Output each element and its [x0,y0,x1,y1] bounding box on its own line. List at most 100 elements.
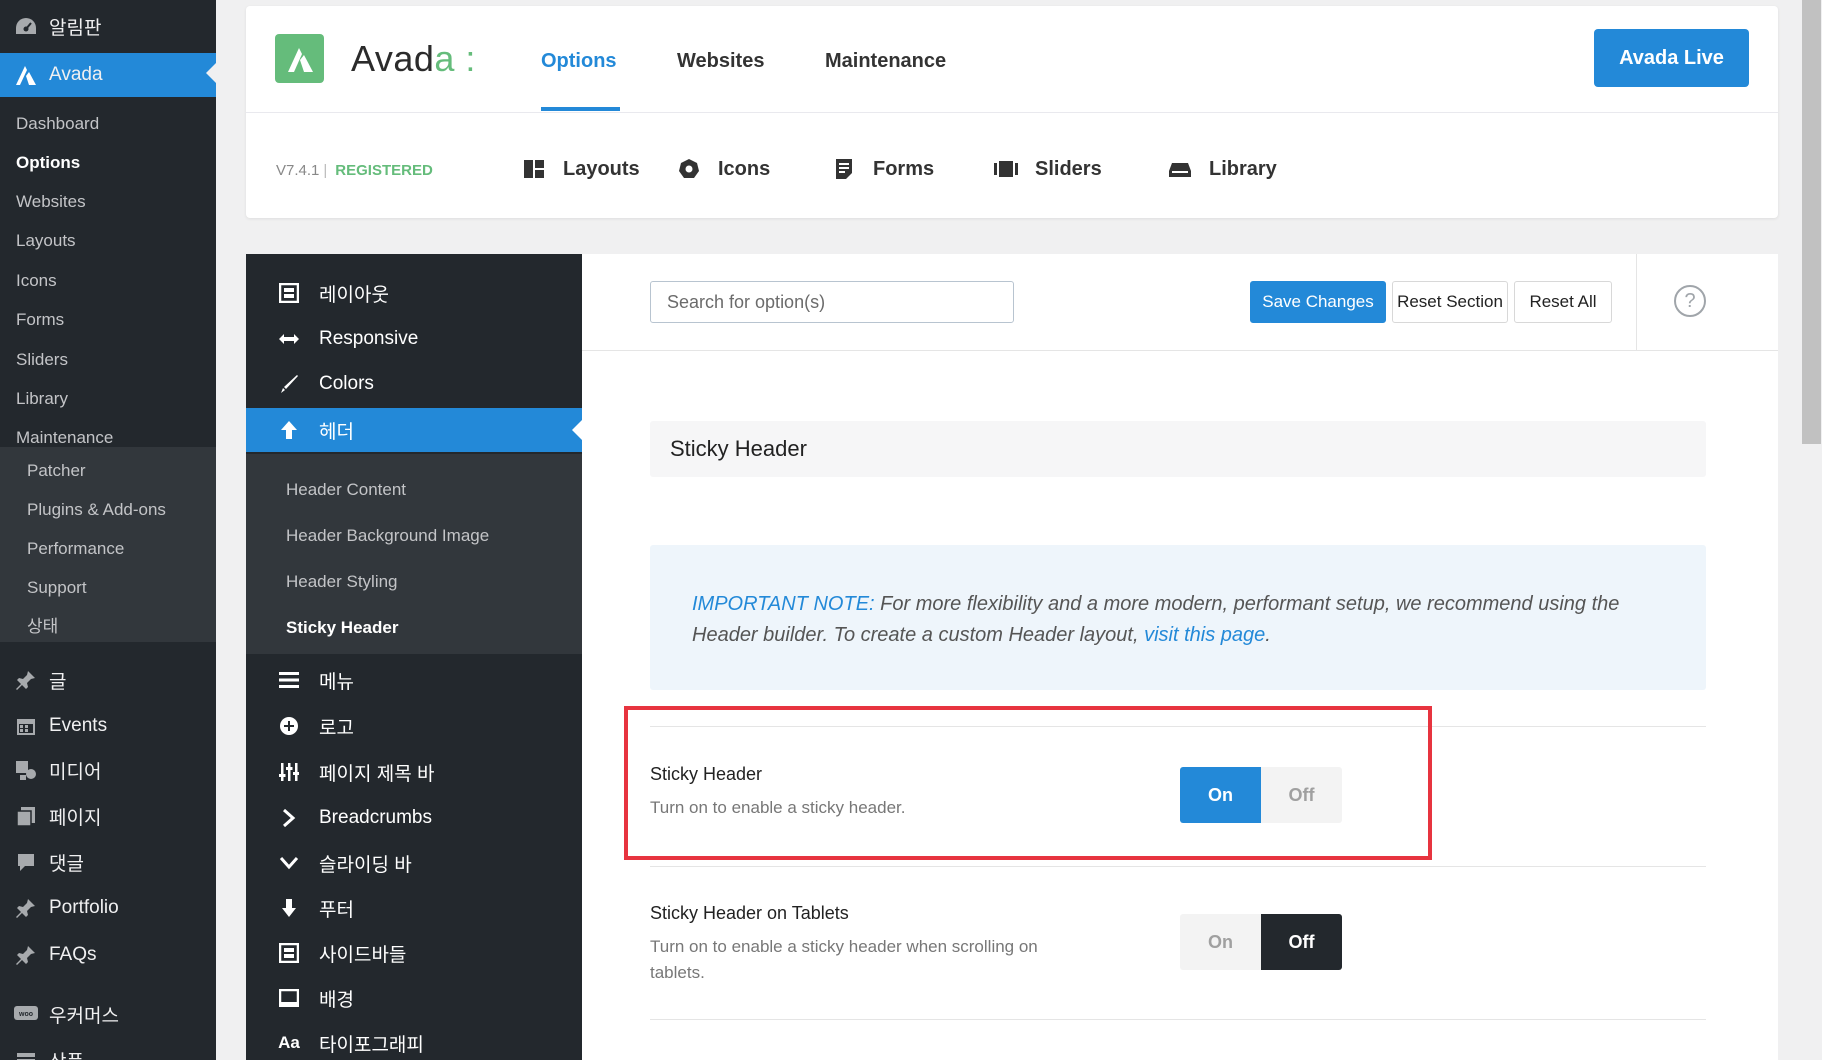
search-options-input[interactable] [650,281,1014,323]
wp-menu-dashboard[interactable]: 알림판 [0,6,216,46]
opt-nav-header[interactable]: 헤더 [246,408,582,452]
dashboard-gauge-icon [11,13,41,39]
avada-logo-icon[interactable] [275,34,324,83]
sub-nav-sliders[interactable]: Sliders [993,156,1102,182]
opt-sub-header-styling[interactable]: Header Styling [286,562,398,602]
wp-menu-label: Events [49,715,108,736]
wp-menu-portfolio[interactable]: Portfolio [0,888,216,928]
wp-menu-products[interactable]: 상품 [0,1040,216,1060]
wp-menu-media[interactable]: 미디어 [0,750,216,790]
opt-nav-typography[interactable]: Aa 타이포그래피 [246,1021,582,1060]
save-changes-button[interactable]: Save Changes [1250,281,1386,323]
wp-sub-plugins[interactable]: Plugins & Add-ons [0,493,216,527]
opt-nav-sliding-bar[interactable]: 슬라이딩 바 [246,841,582,885]
wp-sub-icons[interactable]: Icons [0,264,216,298]
sliders-icon [993,156,1019,182]
reset-section-button[interactable]: Reset Section [1392,281,1508,323]
svg-text:woo: woo [18,1011,33,1018]
sticky-header-tablets-on-button[interactable]: On [1180,914,1261,970]
wp-sub-label: Patcher [27,461,86,480]
form-document-icon [831,156,857,182]
opt-nav-layout[interactable]: 레이아웃 [246,271,582,315]
wp-sub-layouts[interactable]: Layouts [0,224,216,258]
top-nav-maintenance[interactable]: Maintenance [825,50,946,73]
top-nav-options[interactable]: Options [541,50,617,73]
sub-nav-icons[interactable]: Icons [676,156,770,182]
opt-sub-sticky-header[interactable]: Sticky Header [286,608,398,648]
toolbar-separator [1636,254,1637,351]
opt-nav-responsive[interactable]: Responsive [246,317,582,361]
note-end: . [1265,624,1271,646]
arrows-horizontal-icon [277,327,301,351]
woocommerce-icon: woo [11,1001,41,1027]
sub-nav-layouts[interactable]: Layouts [521,156,640,182]
opt-nav-menu[interactable]: 메뉴 [246,658,582,702]
wp-sub-status[interactable]: 상태 [0,607,216,641]
wp-sub-label: Sliders [16,350,68,369]
wp-sub-patcher[interactable]: Patcher [0,454,216,488]
wp-menu-posts[interactable]: 글 [0,660,216,700]
wp-sub-label: Support [27,578,87,597]
page-scrollbar-thumb[interactable] [1802,0,1821,444]
wp-sub-library[interactable]: Library [0,382,216,416]
wp-menu-avada-label: Avada [49,64,103,85]
avada-live-button[interactable]: Avada Live [1594,29,1749,87]
wp-sub-sliders[interactable]: Sliders [0,343,216,377]
sticky-header-tablets-off-button[interactable]: Off [1261,914,1342,970]
sub-nav-library[interactable]: Library [1167,156,1277,182]
pushpin-icon [11,667,41,693]
top-nav-websites[interactable]: Websites [677,50,764,73]
wp-menu-woocommerce[interactable]: woo 우커머스 [0,994,216,1034]
opt-nav-page-title-bar[interactable]: 페이지 제목 바 [246,750,582,794]
opt-nav-background[interactable]: 배경 [246,976,582,1020]
wp-sub-forms[interactable]: Forms [0,303,216,337]
chevron-down-icon [277,851,301,875]
opt-nav-colors[interactable]: Colors [246,362,582,406]
option-desc-sticky-header-tablets: Turn on to enable a sticky header when s… [650,937,1038,982]
important-note: IMPORTANT NOTE: For more flexibility and… [650,545,1706,690]
options-toolbar: Save Changes Reset Section Reset All ? [582,254,1778,351]
wp-sub-performance[interactable]: Performance [0,532,216,566]
opt-sub-header-background-image[interactable]: Header Background Image [286,516,489,556]
arrow-up-icon [277,418,301,442]
wp-menu-label: FAQs [49,944,97,965]
opt-nav-logo[interactable]: 로고 [246,704,582,748]
wp-sub-websites[interactable]: Websites [0,185,216,219]
arrow-down-icon [277,896,301,920]
opt-nav-label: 헤더 [319,421,354,443]
wp-menu-avada[interactable]: Avada [0,53,216,97]
wp-sub-label: Icons [16,271,57,290]
opt-sub-header-content[interactable]: Header Content [286,470,406,510]
header-divider [246,112,1778,113]
opt-nav-sidebars[interactable]: 사이드바들 [246,931,582,975]
avada-logo-icon [11,62,41,88]
layouts-icon [521,156,547,182]
opt-nav-label: 슬라이딩 바 [319,854,412,876]
opt-nav-label: 배경 [319,989,354,1011]
wp-sub-support[interactable]: Support [0,571,216,605]
wp-sub-label: Dashboard [16,114,100,133]
wp-sub-dashboard[interactable]: Dashboard [0,107,216,141]
registered-badge: REGISTERED [335,162,433,179]
wp-menu-faqs[interactable]: FAQs [0,935,216,975]
opt-nav-breadcrumbs[interactable]: Breadcrumbs [246,796,582,840]
row-separator [650,1019,1706,1020]
wp-sub-label: Websites [16,192,86,211]
wp-sub-options[interactable]: Options [0,146,216,180]
wp-menu-events[interactable]: Events [0,706,216,746]
wp-menu-pages[interactable]: 페이지 [0,796,216,836]
opt-nav-label: 타이포그래피 [319,1034,424,1056]
wp-sub-label: Plugins & Add-ons [27,500,166,519]
avada-logo-text: Avada : [351,38,476,80]
reset-all-button[interactable]: Reset All [1514,281,1612,323]
opt-nav-footer[interactable]: 푸터 [246,886,582,930]
wp-menu-comments[interactable]: 댓글 [0,842,216,882]
wp-tools-subgroup: Patcher Plugins & Add-ons Performance Su… [0,447,216,642]
wp-menu-label: Portfolio [49,897,119,918]
visit-this-page-link[interactable]: visit this page [1144,624,1265,646]
avada-header-card: Avada : Options Websites Maintenance Ava… [246,6,1778,218]
comment-bubble-icon [11,849,41,875]
help-question-icon[interactable]: ? [1674,285,1706,317]
pages-icon [11,803,41,829]
sub-nav-forms[interactable]: Forms [831,156,934,182]
